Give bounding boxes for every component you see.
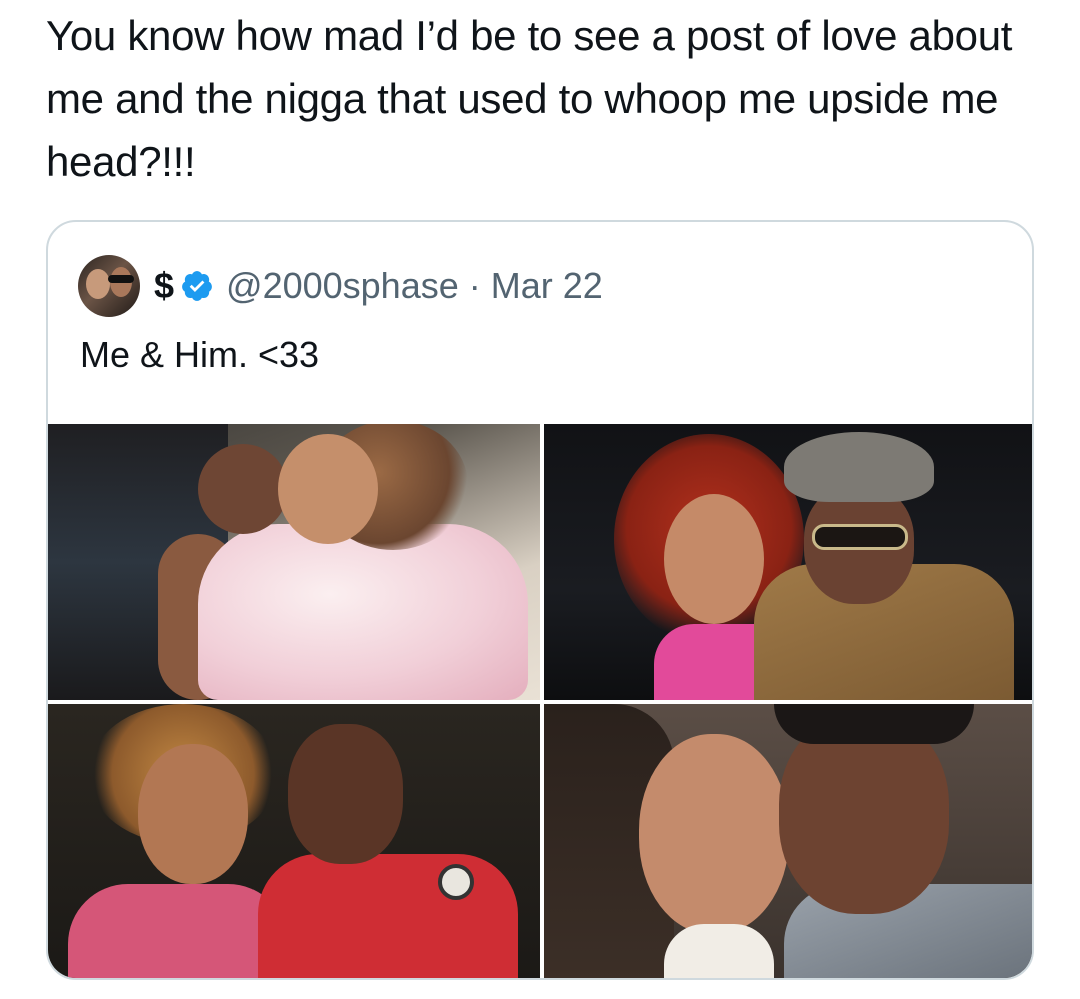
quoted-tweet-header: $ @2000sphase · Mar 22 xyxy=(78,254,603,318)
photo-figure xyxy=(774,704,974,744)
verified-badge-icon xyxy=(182,271,212,301)
handle[interactable]: @2000sphase xyxy=(226,265,459,307)
photo-figure xyxy=(664,924,774,978)
photo-figure xyxy=(138,744,248,884)
post-text: You know how mad I’d be to see a post of… xyxy=(46,12,1013,185)
photo-figure xyxy=(258,854,518,978)
media-photo-2[interactable] xyxy=(544,424,1032,700)
photo-figure xyxy=(784,432,934,502)
separator-dot: · xyxy=(468,265,481,306)
photo-figure xyxy=(438,864,474,900)
photo-figure xyxy=(288,724,403,864)
photo-figure xyxy=(198,444,288,534)
media-grid xyxy=(48,424,1032,978)
avatar-face xyxy=(86,269,110,299)
quoted-tweet-card[interactable]: $ @2000sphase · Mar 22 Me & Him. <33 xyxy=(46,220,1034,980)
photo-figure xyxy=(639,734,789,934)
media-photo-3[interactable] xyxy=(48,704,540,978)
photo-figure xyxy=(664,494,764,624)
media-photo-1[interactable] xyxy=(48,424,540,700)
photo-figure xyxy=(278,434,378,544)
display-name[interactable]: $ xyxy=(154,265,174,307)
photo-figure xyxy=(779,714,949,914)
media-photo-4[interactable] xyxy=(544,704,1032,978)
photo-figure xyxy=(812,524,908,550)
photo-figure xyxy=(68,884,288,978)
avatar-sunglasses xyxy=(108,275,134,283)
avatar[interactable] xyxy=(78,255,140,317)
quoted-tweet-text: Me & Him. <33 xyxy=(80,334,320,375)
post-date[interactable]: Mar 22 xyxy=(491,265,603,307)
photo-figure xyxy=(198,524,528,700)
